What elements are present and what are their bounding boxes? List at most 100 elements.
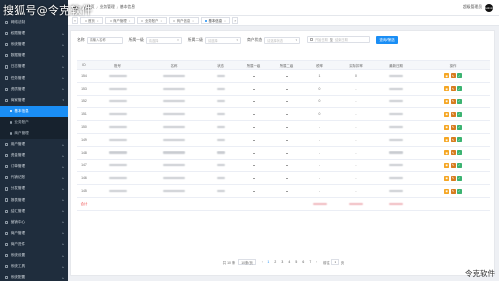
sidebar-item[interactable]: 商户进件 ▸ bbox=[0, 239, 68, 250]
table-row[interactable]: 148 - - ◉ ✎ ✓ bbox=[77, 147, 490, 160]
sidebar-item[interactable]: 系统配置 ▸ bbox=[0, 272, 68, 281]
approve-button[interactable]: ✓ bbox=[456, 73, 462, 79]
table-row[interactable]: 145 - - ◉ ✎ ✓ bbox=[77, 185, 490, 198]
table-row[interactable]: 149 - - ◉ ✎ ✓ bbox=[77, 134, 490, 147]
sidebar-item[interactable]: 业务账户 bbox=[0, 117, 68, 128]
table-row[interactable]: 146 - - ◉ ✎ ✓ bbox=[77, 172, 490, 186]
view-button[interactable]: ◉ bbox=[444, 98, 450, 104]
level1-select[interactable]: 请选择 ▾ bbox=[145, 36, 182, 44]
next-page-button[interactable]: › bbox=[316, 260, 317, 264]
sidebar-item[interactable]: 订单管理 ▸ bbox=[0, 161, 68, 172]
date-range-picker[interactable]: 开始日期 至 结束日期 bbox=[307, 36, 370, 43]
approve-button[interactable]: ✓ bbox=[456, 150, 462, 156]
tab-item[interactable]: 基本信息 × bbox=[200, 17, 231, 24]
close-icon[interactable]: × bbox=[160, 19, 162, 23]
edit-button[interactable]: ✎ bbox=[450, 73, 456, 79]
edit-button[interactable]: ✎ bbox=[450, 162, 456, 168]
table-row[interactable]: 152 0 - ◉ ✎ ✓ bbox=[77, 96, 490, 109]
edit-button[interactable]: ✎ bbox=[450, 124, 456, 130]
tab-prev-button[interactable]: « bbox=[72, 17, 78, 24]
sidebar-item[interactable]: 系统工具 ▸ bbox=[0, 261, 68, 272]
sidebar-item[interactable]: 权限管理 ▸ bbox=[0, 28, 68, 39]
close-icon[interactable]: × bbox=[192, 19, 194, 23]
view-button[interactable]: ◉ bbox=[444, 73, 450, 79]
page-number[interactable]: 6 bbox=[301, 259, 306, 265]
approve-button[interactable]: ✓ bbox=[456, 124, 462, 130]
table-row[interactable]: 150 - - ◉ ✎ ✓ bbox=[77, 121, 490, 134]
sidebar-item[interactable]: 资金管理 ▸ bbox=[0, 150, 68, 161]
close-icon[interactable]: × bbox=[97, 19, 99, 23]
close-icon[interactable]: × bbox=[129, 19, 131, 23]
table-row[interactable]: 153 0 - ◉ ✎ ✓ bbox=[77, 83, 490, 96]
table-row[interactable]: 151 0 - ◉ ✎ ✓ bbox=[77, 108, 490, 122]
sidebar-item[interactable]: 基本信息 bbox=[0, 105, 68, 117]
approve-button[interactable]: ✓ bbox=[456, 86, 462, 92]
prev-page-button[interactable]: ‹ bbox=[262, 260, 263, 264]
edit-button[interactable]: ✎ bbox=[450, 175, 456, 181]
edit-button[interactable]: ✎ bbox=[450, 137, 456, 143]
edit-button[interactable]: ✎ bbox=[450, 111, 456, 117]
tab-item[interactable]: 商户信息 × bbox=[168, 17, 199, 24]
sidebar-item[interactable]: 报表管理 ▸ bbox=[0, 195, 68, 206]
approve-button[interactable]: ✓ bbox=[456, 162, 462, 168]
sidebar-item[interactable]: 分发管理 ▸ bbox=[0, 183, 68, 194]
chevron-down-icon: ▾ bbox=[295, 38, 298, 42]
edit-button[interactable]: ✎ bbox=[450, 86, 456, 92]
sidebar-item[interactable]: 系统管理 ▸ bbox=[0, 39, 68, 50]
view-button[interactable]: ◉ bbox=[444, 111, 450, 117]
view-button[interactable]: ◉ bbox=[444, 175, 450, 181]
user-name[interactable]: 超级管理员 bbox=[463, 5, 482, 10]
approve-button[interactable]: ✓ bbox=[456, 175, 462, 181]
breadcrumb-item[interactable]: 业务管理 bbox=[100, 5, 115, 10]
close-icon[interactable]: × bbox=[224, 19, 226, 23]
page-number[interactable]: 1 bbox=[266, 259, 271, 265]
sidebar-item[interactable]: 用户管理 ▸ bbox=[0, 139, 68, 150]
tab-item[interactable]: 首页 × bbox=[80, 17, 104, 24]
sidebar-item[interactable]: 营销中心 ▸ bbox=[0, 217, 68, 228]
sidebar-item[interactable]: 商户管理 ▸ bbox=[0, 228, 68, 239]
edit-button[interactable]: ✎ bbox=[450, 150, 456, 156]
approve-button[interactable]: ✓ bbox=[456, 98, 462, 104]
sidebar-item[interactable]: 任务管理 ▸ bbox=[0, 72, 68, 83]
view-button[interactable]: ◉ bbox=[444, 162, 450, 168]
tab-item[interactable]: 商户管理 × bbox=[105, 17, 135, 24]
page-number[interactable]: 7 bbox=[308, 259, 313, 265]
name-input[interactable] bbox=[86, 36, 123, 44]
menu-icon bbox=[5, 65, 9, 69]
action-buttons: ◉ ✎ ✓ bbox=[416, 111, 490, 117]
tab-item[interactable]: 业务账户 × bbox=[136, 17, 167, 24]
sidebar-item[interactable]: 代销记账 ▸ bbox=[0, 172, 68, 183]
page-size-select[interactable]: 10条/页 bbox=[238, 259, 256, 265]
sidebar-item[interactable]: 网络法制 bbox=[0, 17, 68, 28]
view-button[interactable]: ◉ bbox=[444, 137, 450, 143]
sidebar-item[interactable]: 日志管理 ▸ bbox=[0, 61, 68, 72]
approve-button[interactable]: ✓ bbox=[456, 188, 462, 194]
sidebar-item[interactable]: 商家管理 ▾ bbox=[0, 95, 68, 106]
page-number[interactable]: 2 bbox=[273, 259, 278, 265]
approve-button[interactable]: ✓ bbox=[456, 111, 462, 117]
page-number[interactable]: 5 bbox=[294, 259, 299, 265]
view-button[interactable]: ◉ bbox=[444, 86, 450, 92]
view-button[interactable]: ◉ bbox=[444, 124, 450, 130]
view-button[interactable]: ◉ bbox=[444, 188, 450, 194]
avatar[interactable]: Admin bbox=[485, 3, 493, 12]
cell-actions: ◉ ✎ ✓ bbox=[416, 188, 490, 194]
tab-next-button[interactable]: » bbox=[232, 17, 239, 24]
sidebar-item[interactable]: 结汇管理 ▸ bbox=[0, 206, 68, 217]
search-button[interactable]: 查询/筛选 bbox=[376, 36, 398, 44]
sidebar-item[interactable]: 资质管理 ▸ bbox=[0, 84, 68, 95]
edit-button[interactable]: ✎ bbox=[450, 188, 456, 194]
edit-button[interactable]: ✎ bbox=[450, 98, 456, 104]
table-row[interactable]: 147 - - ◉ ✎ ✓ bbox=[77, 160, 490, 173]
table-row[interactable]: 154 1 0 ◉ ✎ ✓ bbox=[77, 70, 490, 83]
goto-page-input[interactable] bbox=[331, 259, 340, 265]
page-number[interactable]: 4 bbox=[287, 259, 292, 265]
sidebar-item[interactable]: 系统设置 ▸ bbox=[0, 250, 68, 261]
sidebar-item[interactable]: 商户管理 bbox=[0, 128, 68, 139]
page-number[interactable]: 3 bbox=[280, 259, 285, 265]
approve-button[interactable]: ✓ bbox=[456, 137, 462, 143]
view-button[interactable]: ◉ bbox=[444, 150, 450, 156]
level2-select[interactable]: 请选择 ▾ bbox=[204, 36, 241, 44]
sidebar-item[interactable]: 数据管理 ▸ bbox=[0, 50, 68, 61]
status-select[interactable]: 请选择状态 ▾ bbox=[264, 36, 301, 44]
